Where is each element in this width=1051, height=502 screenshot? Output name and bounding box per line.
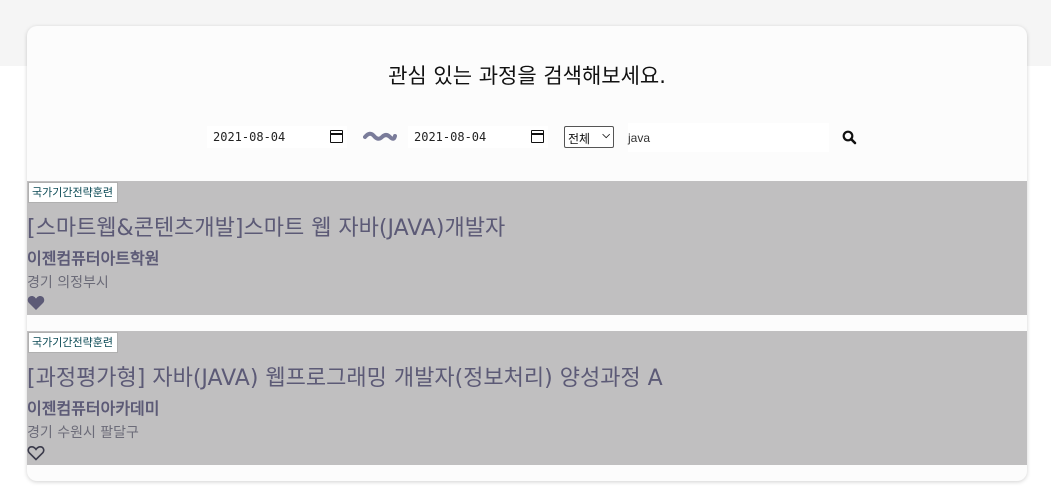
chevron-down-icon: ⌵ (602, 130, 610, 141)
start-date-input[interactable]: 2021-08-04 (207, 126, 347, 148)
start-date-value: 2021-08-04 (213, 130, 286, 144)
keyword-search-input[interactable]: java (628, 123, 829, 152)
course-title[interactable]: [스마트웹&콘텐츠개발]스마트 웹 자바(JAVA)개발자 (27, 210, 505, 242)
result-item[interactable]: 국가기간전략훈련 [과정평가형] 자바(JAVA) 웹프로그래밍 개발자(정보처… (27, 331, 1027, 465)
search-icon[interactable] (841, 129, 859, 147)
page-title: 관심 있는 과정을 검색해보세요. (388, 64, 666, 88)
institution-name: 이젠컴퓨터아카데미 (27, 399, 160, 418)
institution-name: 이젠컴퓨터아트학원 (27, 249, 160, 268)
result-item[interactable]: 국가기간전략훈련 [스마트웹&콘텐츠개발]스마트 웹 자바(JAVA)개발자 이… (27, 181, 1027, 315)
search-card: 관심 있는 과정을 검색해보세요. 2021-08-04 2021-08-04 … (27, 26, 1027, 481)
training-type-badge: 국가기간전략훈련 (28, 332, 118, 353)
course-location: 경기 수원시 팔달구 (27, 425, 139, 441)
course-title[interactable]: [과정평가형] 자바(JAVA) 웹프로그래밍 개발자(정보처리) 양성과정 A (27, 360, 663, 392)
heart-outline-icon[interactable] (27, 445, 45, 461)
category-select[interactable]: 전체 ⌵ (564, 126, 614, 148)
end-date-input[interactable]: 2021-08-04 (408, 126, 548, 148)
end-date-value: 2021-08-04 (414, 130, 487, 144)
search-bar: 2021-08-04 2021-08-04 전체 ⌵ java (27, 123, 1027, 153)
calendar-icon[interactable] (330, 130, 343, 143)
category-select-value: 전체 (568, 132, 591, 146)
training-type-badge: 국가기간전략훈련 (28, 182, 118, 203)
calendar-icon[interactable] (531, 130, 544, 143)
wave-separator-icon (363, 131, 397, 141)
keyword-search-value: java (628, 131, 651, 145)
heart-filled-icon[interactable] (27, 295, 45, 311)
course-location: 경기 의정부시 (27, 275, 109, 291)
